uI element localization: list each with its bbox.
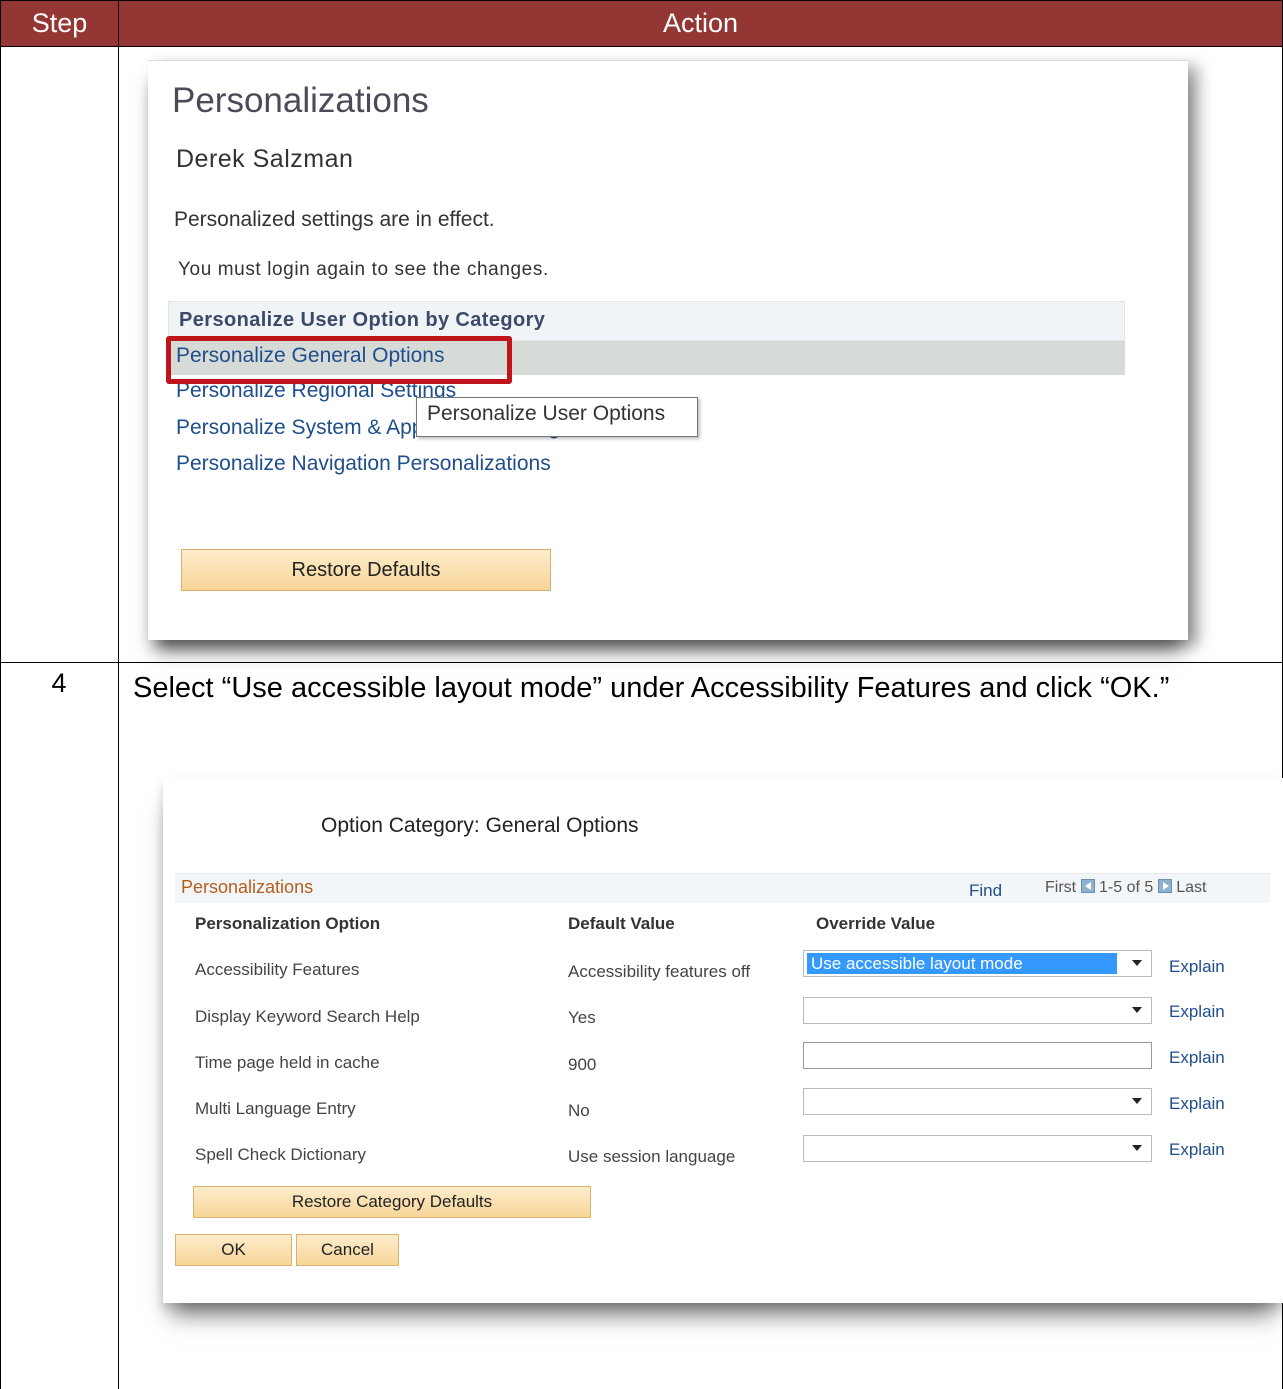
status-message: Personalized settings are in effect. (174, 208, 495, 231)
user-name: Derek Salzman (176, 145, 354, 173)
step-instruction: Select “Use accessible layout mode” unde… (133, 672, 1170, 704)
column-header-override: Override Value (816, 914, 936, 933)
default-value: Accessibility features off (568, 962, 751, 981)
override-select[interactable] (803, 997, 1152, 1024)
highlight-box (166, 336, 512, 384)
option-label: Display Keyword Search Help (195, 1007, 420, 1026)
table-header: Step Action (0, 0, 1283, 47)
grid-navigation: First 1-5 of 5 Last (1045, 879, 1206, 897)
chevron-down-icon (1132, 1007, 1142, 1013)
step-column-header: Step (1, 1, 119, 46)
option-category-title: Option Category: General Options (321, 814, 639, 837)
category-header-label: Personalize User Option by Category (179, 309, 546, 331)
column-header-option: Personalization Option (195, 914, 381, 933)
find-link[interactable]: Find (969, 881, 1002, 901)
first-link[interactable]: First (1045, 879, 1076, 896)
cancel-button[interactable]: Cancel (296, 1234, 399, 1266)
option-label: Time page held in cache (195, 1053, 380, 1072)
grid-title: Personalizations (181, 877, 314, 897)
default-value: No (568, 1101, 590, 1120)
previous-arrow-icon[interactable] (1080, 879, 1095, 893)
personalizations-screenshot: Personalizations Derek Salzman Personali… (148, 60, 1188, 640)
explain-link[interactable]: Explain (1169, 1140, 1225, 1160)
override-selected-value: Use accessible layout mode (807, 953, 1117, 974)
general-options-screenshot: Option Category: General Options Persona… (163, 778, 1283, 1303)
table-border-left (0, 47, 1, 1389)
override-selected-value (807, 1091, 1117, 1112)
step-number: 4 (51, 668, 67, 698)
default-value: Use session language (568, 1147, 736, 1166)
table-column-divider (118, 47, 119, 1389)
option-label: Accessibility Features (195, 960, 360, 979)
page-title: Personalizations (172, 81, 429, 120)
default-value: 900 (568, 1055, 597, 1074)
override-select[interactable] (803, 1135, 1152, 1162)
override-input[interactable] (803, 1042, 1152, 1069)
last-link[interactable]: Last (1176, 879, 1206, 896)
row-range: 1-5 of 5 (1099, 879, 1154, 896)
override-selected-value (807, 1000, 1117, 1021)
category-header: Personalize User Option by Category (168, 301, 1125, 341)
ok-button[interactable]: OK (175, 1234, 292, 1266)
option-label: Spell Check Dictionary (195, 1145, 367, 1164)
login-message: You must login again to see the changes. (178, 259, 549, 280)
grid-header: Personalizations Find First 1-5 of 5 Las… (175, 873, 1270, 903)
restore-defaults-button[interactable]: Restore Defaults (181, 549, 551, 591)
explain-link[interactable]: Explain (1169, 1048, 1225, 1068)
link-navigation-personalizations[interactable]: Personalize Navigation Personalizations (176, 452, 551, 476)
next-arrow-icon[interactable] (1157, 879, 1172, 893)
override-select[interactable]: Use accessible layout mode (803, 950, 1152, 977)
table-row-divider (0, 662, 1283, 663)
explain-link[interactable]: Explain (1169, 1094, 1225, 1114)
column-header-default: Default Value (568, 914, 675, 933)
tooltip: Personalize User Options (416, 397, 698, 437)
restore-category-defaults-button[interactable]: Restore Category Defaults (193, 1186, 591, 1218)
option-label: Multi Language Entry (195, 1099, 356, 1118)
chevron-down-icon (1132, 1145, 1142, 1151)
chevron-down-icon (1132, 1098, 1142, 1104)
override-selected-value (807, 1138, 1117, 1159)
explain-link[interactable]: Explain (1169, 1002, 1225, 1022)
override-select[interactable] (803, 1088, 1152, 1115)
chevron-down-icon (1132, 960, 1142, 966)
default-value: Yes (568, 1008, 596, 1027)
explain-link[interactable]: Explain (1169, 957, 1225, 977)
action-column-header: Action (662, 8, 739, 38)
